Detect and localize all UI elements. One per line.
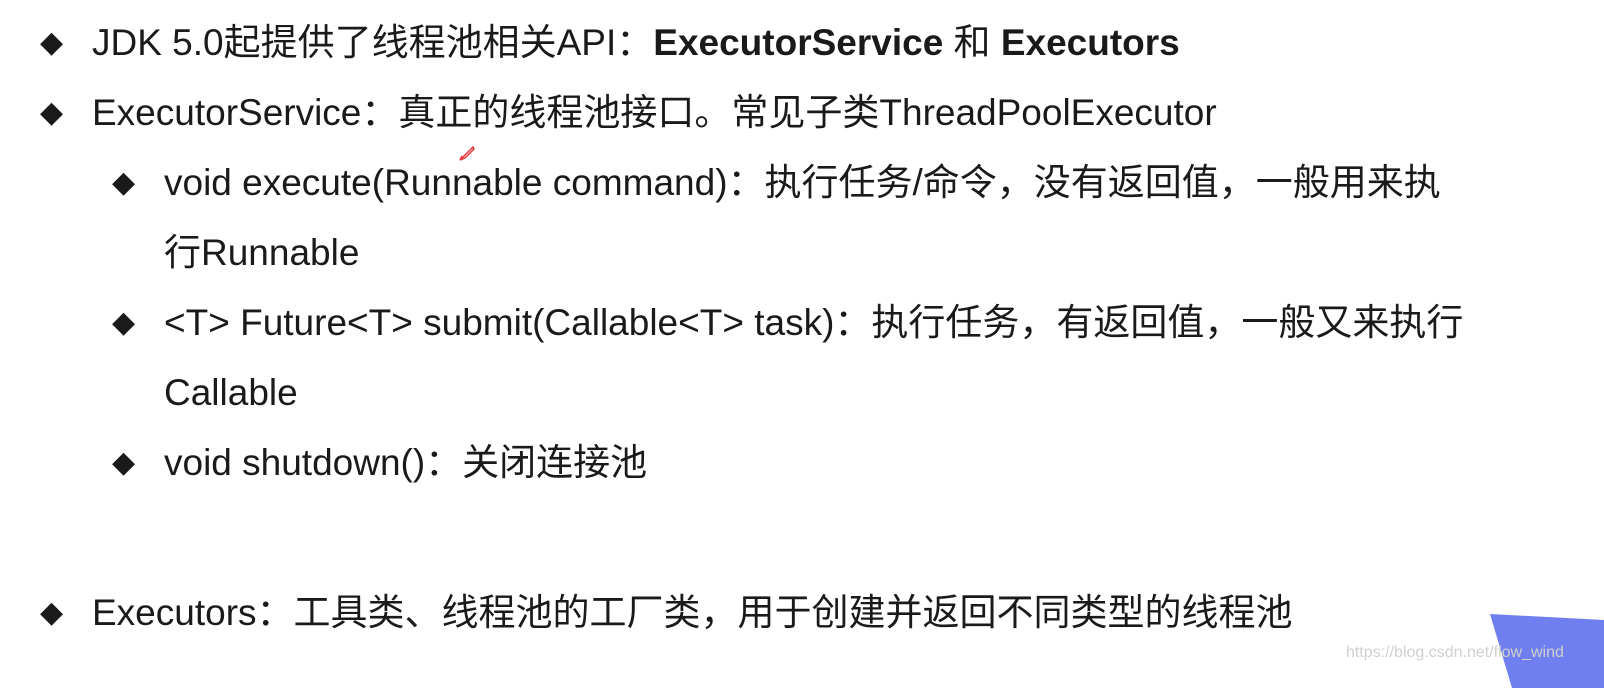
slide: ◆ JDK 5.0起提供了线程池相关API：ExecutorService 和 … [0, 0, 1604, 688]
bullet-line: Callable [164, 372, 298, 413]
bullet-line: void execute(Runnable command)：执行任务/命令，没… [164, 162, 1441, 203]
bullet-text: void execute(Runnable command)：执行任务/命令，没… [164, 148, 1441, 288]
executorservice-bold: ExecutorService [653, 22, 944, 63]
sub-bullet-execute: ◆ void execute(Runnable command)：执行任务/命令… [112, 148, 1441, 288]
bullet-executors: ◆ Executors：工具类、线程池的工厂类，用于创建并返回不同类型的线程池 [40, 578, 1293, 648]
diamond-bullet-icon: ◆ [40, 96, 64, 129]
diamond-bullet-icon: ◆ [112, 446, 136, 479]
bullet-text: Executors：工具类、线程池的工厂类，用于创建并返回不同类型的线程池 [92, 592, 1293, 633]
bullet-jdk-api: ◆ JDK 5.0起提供了线程池相关API：ExecutorService 和 … [40, 8, 1180, 78]
bullet-text: void shutdown()：关闭连接池 [164, 442, 648, 483]
bullet-line: <T> Future<T> submit(Callable<T> task)：执… [164, 302, 1464, 343]
pen-annotation-icon [459, 145, 475, 161]
bullet-line: 行Runnable [164, 232, 360, 273]
diamond-bullet-icon: ◆ [112, 166, 136, 199]
watermark: https://blog.csdn.net/flow_wind [1346, 644, 1564, 661]
diamond-bullet-icon: ◆ [40, 596, 64, 629]
bullet-text: ExecutorService：真正的线程池接口。常见子类ThreadPoolE… [92, 92, 1217, 133]
executors-bold: Executors [1000, 22, 1180, 63]
bullet-executorservice: ◆ ExecutorService：真正的线程池接口。常见子类ThreadPoo… [40, 78, 1217, 148]
sub-bullet-submit: ◆ <T> Future<T> submit(Callable<T> task)… [112, 288, 1463, 428]
sub-bullet-shutdown: ◆ void shutdown()：关闭连接池 [112, 428, 647, 498]
diamond-bullet-icon: ◆ [40, 26, 64, 59]
bullet-text: JDK 5.0起提供了线程池相关API：ExecutorService 和 Ex… [92, 22, 1180, 63]
bullet-text: <T> Future<T> submit(Callable<T> task)：执… [164, 288, 1463, 428]
diamond-bullet-icon: ◆ [112, 306, 136, 339]
